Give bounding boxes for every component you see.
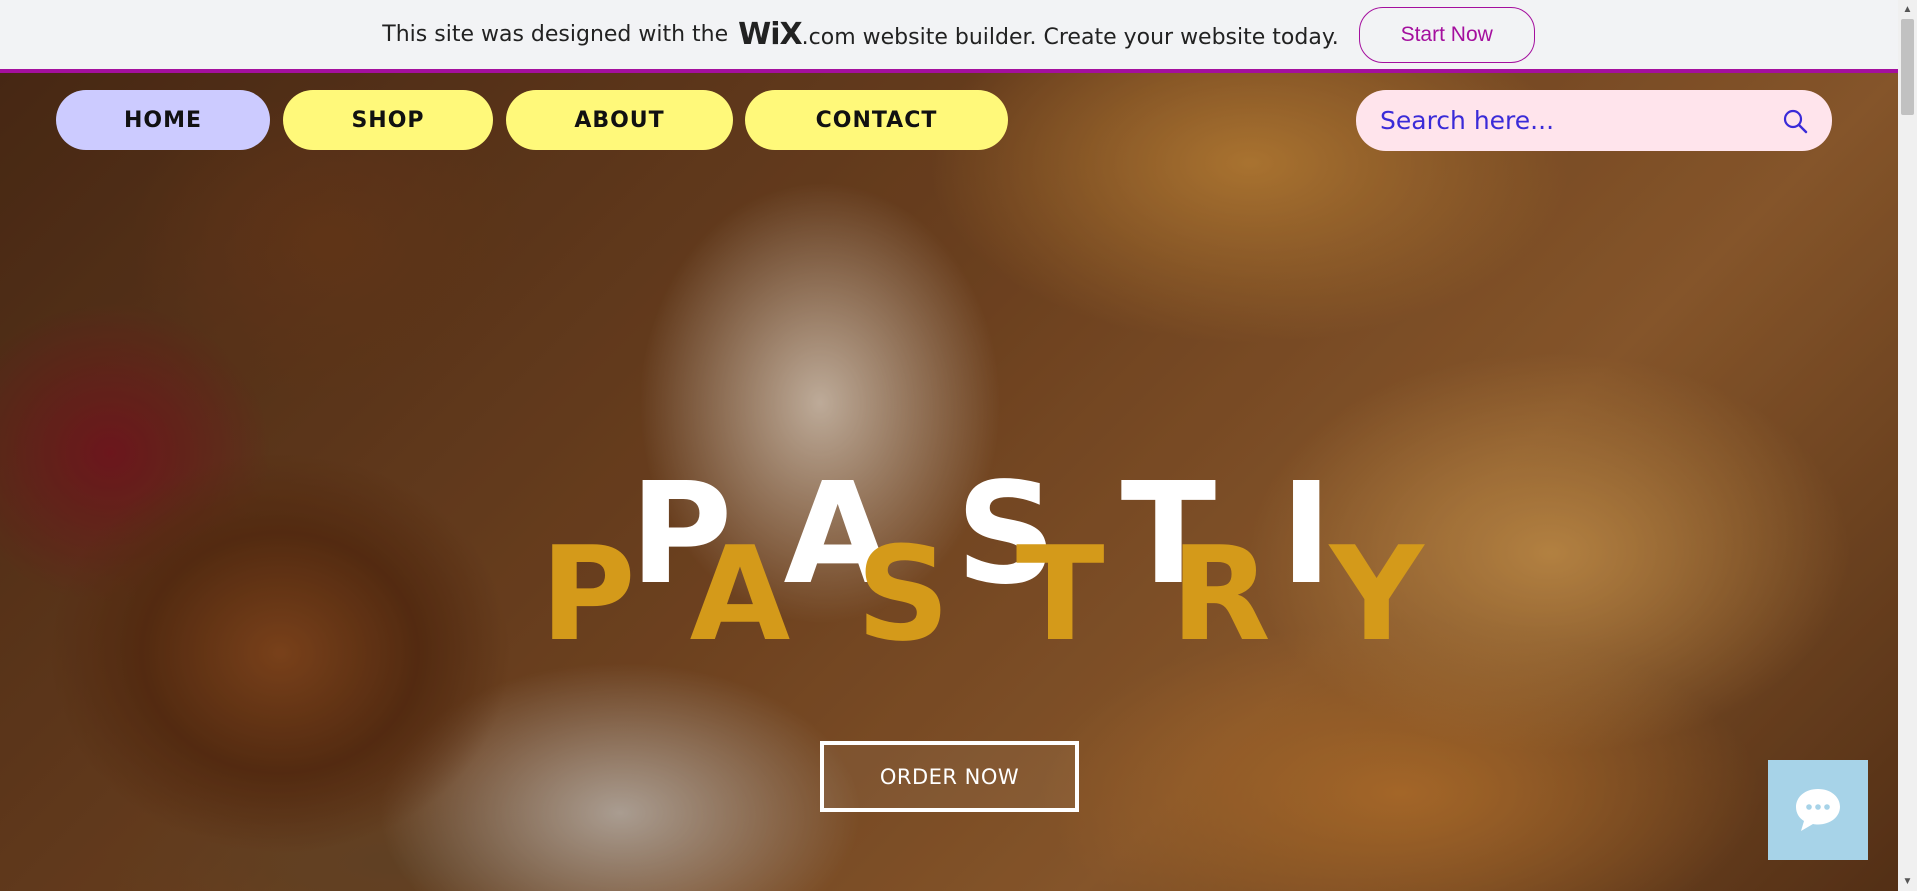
order-now-button[interactable]: ORDER NOW <box>820 741 1079 812</box>
wix-banner-text-after: .com website builder. Create your websit… <box>801 25 1339 50</box>
nav-shop-button[interactable]: SHOP <box>283 90 493 150</box>
search-input[interactable] <box>1378 105 1780 136</box>
start-now-button[interactable]: Start Now <box>1358 6 1535 63</box>
search-icon[interactable] <box>1780 106 1810 136</box>
nav-about-button[interactable]: ABOUT <box>506 90 733 150</box>
scroll-down-arrow-icon[interactable]: ▼ <box>1898 872 1917 891</box>
nav-home-button[interactable]: HOME <box>56 90 270 150</box>
hero-section: HOME SHOP ABOUT CONTACT PASTI PASTRY ORD… <box>0 73 1898 891</box>
chat-bubble-icon <box>1796 789 1840 831</box>
vertical-scrollbar[interactable]: ▲ ▼ <box>1898 0 1917 891</box>
wix-banner-text-before: This site was designed with the <box>382 22 729 47</box>
hero-title-white: PASTI <box>629 453 1397 616</box>
wix-promo-banner: This site was designed with the WiX.com … <box>0 0 1917 73</box>
scroll-up-arrow-icon[interactable]: ▲ <box>1898 0 1917 19</box>
nav-contact-button[interactable]: CONTACT <box>745 90 1008 150</box>
wix-logo: WiX <box>738 17 803 52</box>
chat-button[interactable] <box>1768 760 1868 860</box>
search-bar <box>1356 90 1832 151</box>
scroll-thumb[interactable] <box>1901 19 1914 115</box>
hero-title-gold: PASTRY <box>540 518 1490 670</box>
wix-banner-text-group: WiX.com website builder. Create your web… <box>738 17 1339 52</box>
